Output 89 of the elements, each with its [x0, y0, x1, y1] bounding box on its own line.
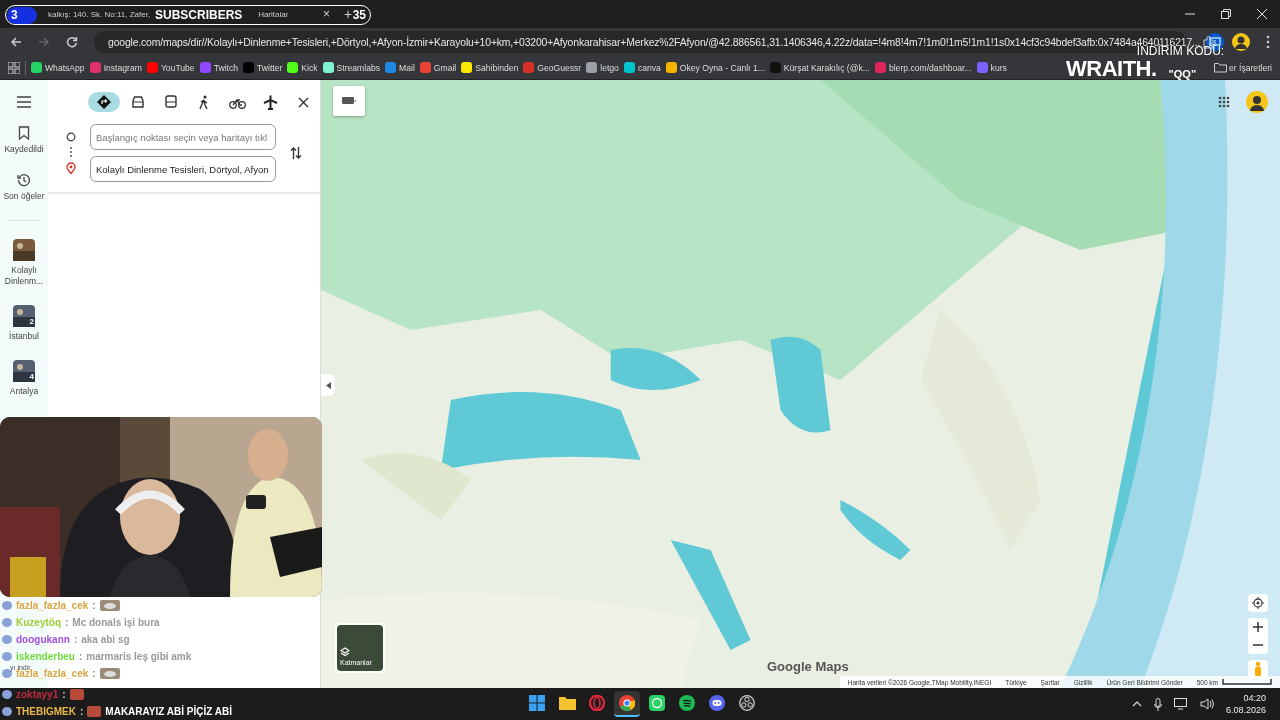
reload-icon[interactable]: [66, 36, 78, 48]
monitor-icon[interactable]: [1173, 698, 1188, 710]
discord-icon: [709, 695, 725, 711]
tab-title: kalkış: 140. Sk. No:11, Zafer,: [48, 9, 151, 19]
chat-username: zoktayy1: [16, 689, 59, 700]
bookmark-icon: [18, 126, 30, 140]
back-icon[interactable]: [10, 36, 22, 48]
bookmark[interactable]: blerp.com/dashboar...: [874, 62, 972, 73]
chat-username: doogukann: [16, 634, 70, 645]
chat-separator: :: [62, 689, 66, 700]
directions-icon: [97, 95, 111, 109]
bookmark[interactable]: Twitch: [199, 62, 238, 73]
subscriber-goal: 35: [352, 8, 366, 22]
promo-code: "QQ": [1168, 68, 1197, 80]
bookmark[interactable]: GeoGuessr: [523, 62, 582, 73]
recent-place[interactable]: 2 İstanbul: [1, 305, 47, 343]
bookmark[interactable]: Mail: [385, 62, 415, 73]
clock-date[interactable]: 6.08.2026: [1225, 704, 1266, 716]
origin-circle-icon: [66, 132, 76, 142]
close-icon[interactable]: [298, 96, 309, 108]
subscriber-label: SUBSCRIBERS: [154, 8, 244, 22]
bookmark[interactable]: kurs: [976, 62, 1007, 73]
bus-icon: [165, 95, 177, 109]
chat-message: Mc donals işi bura: [72, 617, 160, 628]
chat-message: marmaris leş gibi amk: [86, 651, 192, 662]
car-icon: [131, 96, 145, 108]
nav-button[interactable]: Kaydedildi: [1, 126, 47, 156]
chat-bubble-icon: [649, 695, 665, 711]
windows-logo-icon: [529, 695, 545, 711]
bookmark[interactable]: YouTube: [146, 62, 195, 73]
nav-button[interactable]: Son öğeler: [1, 173, 47, 203]
bookmark[interactable]: WhatsApp: [31, 62, 85, 73]
bookmark[interactable]: Kick: [287, 62, 318, 73]
bookmark[interactable]: Okey Oyna - Canlı 1...: [665, 62, 765, 73]
bookmark[interactable]: letgo: [586, 62, 619, 73]
bookmark[interactable]: canva: [623, 62, 661, 73]
folder-icon: [1214, 62, 1227, 73]
menu-dots-icon[interactable]: [1266, 35, 1270, 49]
swap-icon[interactable]: [290, 146, 302, 160]
bookmark[interactable]: Sahibinden: [461, 62, 519, 73]
opera-icon: [589, 695, 605, 711]
chat-message: MAKARAYIZ ABİ PİÇİZ ABİ: [105, 706, 232, 717]
folder-icon: [558, 696, 576, 710]
volume-icon[interactable]: [1199, 698, 1214, 710]
avatar-icon[interactable]: [1232, 33, 1250, 51]
apps-grid-icon[interactable]: [8, 61, 20, 74]
new-tab-button[interactable]: +: [344, 6, 353, 22]
airplane-icon: [262, 94, 278, 110]
origin-field[interactable]: Başlangıç noktası seçin veya haritayı tıkl: [90, 124, 276, 150]
travel-mode-tab[interactable]: [88, 92, 120, 112]
other-bookmarks[interactable]: er İşaretleri: [1214, 62, 1280, 73]
tab-title: Haritalar: [258, 9, 290, 19]
menu-icon[interactable]: [17, 96, 31, 108]
spotify-icon: [679, 695, 695, 711]
obs-icon: [739, 695, 755, 711]
chat-separator: :: [78, 651, 83, 662]
chat-message: aka abi sg: [81, 634, 130, 645]
chat-separator: :: [92, 668, 96, 679]
chat-username: fazla_fazla_cek: [16, 668, 89, 679]
bookmark[interactable]: Twitter: [243, 62, 283, 73]
recent-place[interactable]: 4 Antalya: [1, 360, 47, 398]
chat-username: Kuzeytöq: [16, 617, 61, 628]
restore-icon[interactable]: [1220, 8, 1232, 20]
chat-separator: :: [73, 634, 78, 645]
chat-separator: :: [92, 600, 96, 611]
bookmark[interactable]: Kürşat Karakılıç (@k...: [769, 62, 870, 73]
destination-field[interactable]: Kolaylı Dinlenme Tesisleri, Dörtyol, Afyon: [90, 156, 276, 182]
walking-icon: [198, 94, 210, 110]
chat-separator: :: [80, 706, 84, 717]
recent-place[interactable]: Kolaylı Dinlenm...: [1, 239, 47, 288]
bookmark[interactable]: Gmail: [419, 62, 457, 73]
bookmark[interactable]: Streamlabs: [322, 62, 381, 73]
chat-separator: :: [65, 617, 69, 628]
close-tab-button[interactable]: ×: [323, 7, 330, 21]
taskbar-app[interactable]: [614, 691, 640, 717]
clock-time[interactable]: 04:20: [1243, 692, 1266, 704]
microphone-icon[interactable]: [1153, 697, 1162, 711]
location-pin-icon: [66, 162, 76, 174]
chat-username: fazla_fazla_cek: [16, 600, 89, 611]
bookmark[interactable]: Instagram: [89, 62, 142, 73]
promo-brand: WRAITH.: [1066, 58, 1157, 80]
dots-icon: [69, 146, 73, 158]
chat-username: iskenderbeu: [16, 651, 75, 662]
chrome-icon: [619, 695, 635, 711]
history-icon: [17, 173, 31, 188]
photo-count: 4: [29, 371, 34, 383]
photo-count: 2: [29, 316, 34, 328]
chat-username: THEBIGMEK: [16, 706, 76, 717]
chevron-up-icon[interactable]: [1131, 701, 1142, 707]
